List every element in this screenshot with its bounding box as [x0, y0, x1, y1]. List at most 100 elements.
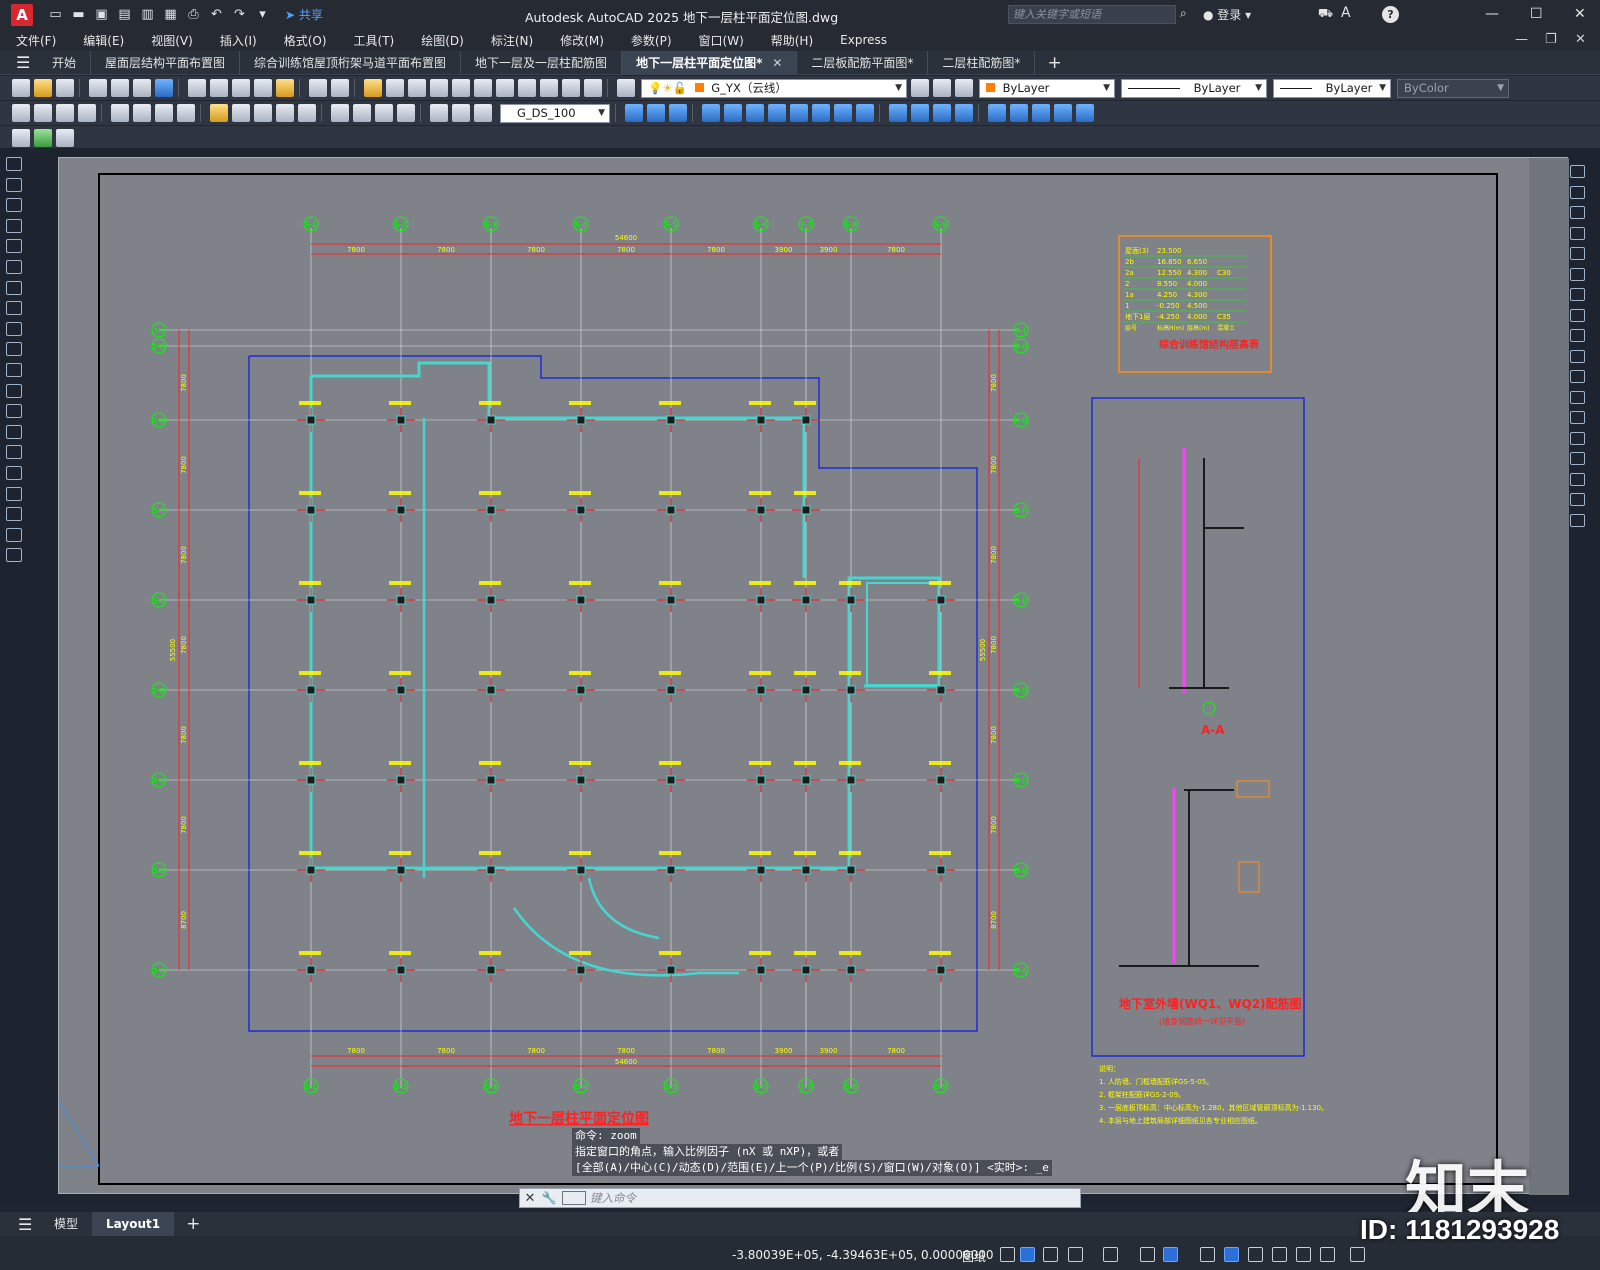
insert-block-tool-icon[interactable]	[6, 383, 22, 398]
save-toolbar-icon[interactable]	[56, 79, 74, 97]
grid-icon[interactable]	[1020, 1247, 1035, 1262]
spline-icon[interactable]	[6, 321, 22, 336]
join-icon[interactable]	[1570, 431, 1585, 445]
doc-minimize-icon[interactable]: —	[1515, 32, 1528, 47]
menu-insert[interactable]: 插入(I)	[204, 32, 268, 49]
zoom-realtime-icon[interactable]	[386, 79, 404, 97]
undo-icon[interactable]: ↶	[208, 6, 225, 23]
save-as-icon[interactable]: ▤	[116, 6, 133, 23]
mirror-icon[interactable]	[1570, 206, 1585, 219]
realistic-icon[interactable]	[933, 104, 951, 122]
chamfer-icon[interactable]	[1570, 452, 1585, 465]
paste-icon[interactable]	[232, 79, 250, 97]
layout-menu-icon[interactable]: ☰	[18, 1215, 40, 1234]
extrude-face-icon[interactable]	[768, 104, 786, 122]
search-input[interactable]: 键入关键字或短语	[1008, 5, 1176, 24]
region-icon[interactable]	[6, 486, 22, 501]
circle-icon[interactable]	[6, 280, 22, 295]
polyline-icon[interactable]	[6, 198, 22, 213]
dimension-break-icon[interactable]	[298, 104, 316, 122]
dimension-edit-icon[interactable]	[430, 104, 448, 122]
rotate-icon[interactable]	[1570, 288, 1585, 301]
tolerance-icon[interactable]	[331, 104, 349, 122]
dimension-text-edit-icon[interactable]	[452, 104, 470, 122]
make-block-icon[interactable]	[6, 404, 22, 419]
dimension-update-icon[interactable]	[474, 104, 492, 122]
stretch-icon[interactable]	[1570, 329, 1585, 342]
sheet-set-icon[interactable]	[518, 79, 536, 97]
osnap-tracking-icon[interactable]	[1140, 1247, 1155, 1262]
minimize-icon[interactable]: —	[1485, 6, 1499, 22]
workspace-gear-icon[interactable]	[1320, 1247, 1335, 1262]
arc-icon[interactable]	[6, 259, 22, 274]
paper-space-toggle[interactable]: 图纸	[962, 1248, 986, 1265]
menu-express[interactable]: Express	[824, 33, 898, 47]
add-selected-icon[interactable]	[6, 548, 22, 563]
extend-icon[interactable]	[1570, 370, 1585, 383]
ortho-icon[interactable]	[1043, 1247, 1058, 1262]
offset-face-icon[interactable]	[812, 104, 830, 122]
recent-commands-icon[interactable]	[562, 1191, 586, 1205]
explode-icon[interactable]	[1570, 513, 1585, 527]
tab-close-icon[interactable]: ✕	[772, 56, 782, 70]
plotter-icon[interactable]	[133, 79, 151, 97]
object-snap-icon[interactable]	[1163, 1247, 1178, 1262]
menu-help[interactable]: 帮助(H)	[755, 32, 824, 49]
break-at-point-icon[interactable]	[1570, 390, 1585, 404]
erase-icon[interactable]	[1570, 165, 1585, 178]
visual-style-icon[interactable]	[889, 104, 907, 122]
command-input[interactable]: 键入命令	[590, 1190, 636, 1206]
ucs-world-icon[interactable]	[1010, 104, 1028, 122]
zoom-previous-icon[interactable]	[430, 79, 448, 97]
ucs-previous-icon[interactable]	[1032, 104, 1050, 122]
trim-icon[interactable]	[1570, 349, 1585, 363]
calculator-icon[interactable]	[562, 79, 580, 97]
gradient-icon[interactable]	[6, 465, 22, 480]
conceptual-icon[interactable]	[955, 104, 973, 122]
login-button[interactable]: ● 登录 ▾	[1203, 6, 1251, 23]
print-preview-icon[interactable]	[111, 79, 129, 97]
aligned-dimension-icon[interactable]	[34, 104, 52, 122]
help-icon[interactable]: ?	[1382, 6, 1399, 23]
continuous-orbit-icon[interactable]	[669, 104, 687, 122]
zoom-window-icon[interactable]	[408, 79, 426, 97]
save-icon[interactable]: ▣	[93, 6, 110, 23]
ellipse-icon[interactable]	[6, 342, 22, 357]
table-icon[interactable]	[6, 507, 22, 522]
tab-model[interactable]: 模型	[40, 1212, 92, 1236]
insert-block-icon[interactable]	[34, 129, 52, 147]
break-icon[interactable]	[1570, 411, 1585, 424]
tab-roof-truss[interactable]: 综合训练馆屋顶桁架马道平面布置图	[240, 50, 462, 75]
polar-icon[interactable]	[1068, 1247, 1083, 1262]
ordinate-icon[interactable]	[78, 104, 96, 122]
scale-icon[interactable]	[1570, 308, 1585, 322]
new-file-icon[interactable]: ▭	[47, 6, 64, 23]
lineweight-display-icon[interactable]	[1200, 1247, 1215, 1262]
export-icon[interactable]: ▥	[139, 6, 156, 23]
doc-close-icon[interactable]: ✕	[1575, 32, 1586, 47]
design-center-icon[interactable]	[474, 79, 492, 97]
linear-dimension-icon[interactable]	[12, 104, 30, 122]
menu-draw[interactable]: 绘图(D)	[405, 32, 475, 49]
jogged-linear-icon[interactable]	[397, 104, 415, 122]
close-icon[interactable]: ✕	[1574, 6, 1586, 22]
new-layout-icon[interactable]: +	[186, 1214, 200, 1234]
center-mark-icon[interactable]	[353, 104, 371, 122]
diameter-icon[interactable]	[155, 104, 173, 122]
copy-icon[interactable]	[210, 79, 228, 97]
redo-icon[interactable]: ↷	[231, 6, 248, 23]
snap-icon[interactable]	[1000, 1247, 1015, 1262]
autodesk-a360-icon[interactable]: A	[1341, 5, 1351, 21]
baseline-icon[interactable]	[232, 104, 250, 122]
tool-palette-icon[interactable]	[496, 79, 514, 97]
menu-hamburger-icon[interactable]: ☰	[16, 53, 38, 72]
new-icon[interactable]	[12, 79, 30, 97]
dimension-space-icon[interactable]	[276, 104, 294, 122]
ucs-face-icon[interactable]	[1054, 104, 1072, 122]
plotstyle-dropdown[interactable]: ByColor ▼	[1397, 78, 1509, 98]
maximize-icon[interactable]: ☐	[1530, 6, 1543, 22]
share-button[interactable]: ➤ 共享	[285, 6, 323, 23]
attribute-icon[interactable]	[56, 129, 74, 147]
lineweight-dropdown[interactable]: ByLayer ▼	[1273, 78, 1391, 98]
tab-basement-column-position[interactable]: 地下一层柱平面定位图* ✕	[622, 50, 798, 75]
